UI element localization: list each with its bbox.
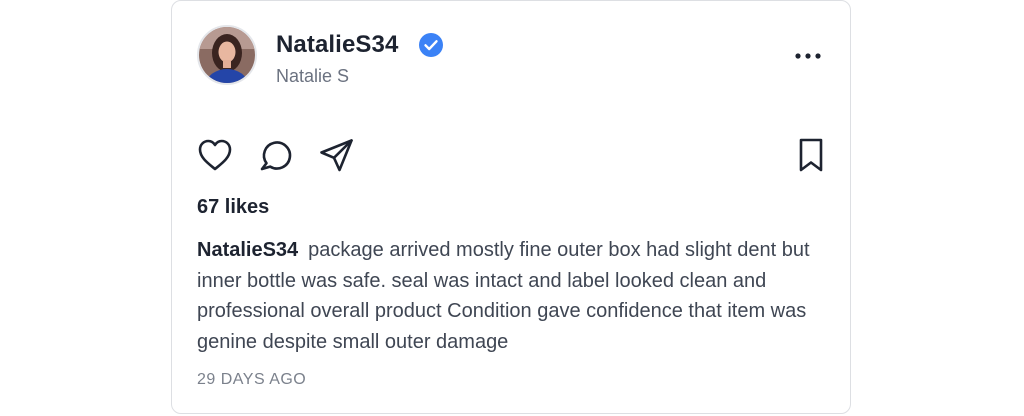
caption-username[interactable]: NatalieS34 (197, 239, 298, 261)
heart-icon[interactable] (195, 135, 235, 175)
bookmark-icon[interactable] (791, 135, 831, 175)
comment-icon[interactable] (256, 135, 296, 175)
avatar-photo (199, 27, 255, 83)
display-name: Natalie S (276, 66, 350, 86)
post-caption: NatalieS34 package arrived mostly fine ou… (197, 235, 837, 357)
verified-badge-icon (419, 33, 443, 57)
post-card: NatalieS34 Natalie S 67 likes NatalieS34… (171, 0, 851, 414)
likes-count[interactable]: 67 likes (197, 195, 269, 219)
send-icon[interactable] (317, 135, 357, 175)
avatar[interactable] (197, 25, 257, 85)
post-timestamp: 29 DAYS AGO (197, 371, 307, 388)
username[interactable]: NatalieS34 (276, 30, 398, 60)
more-options-icon[interactable] (791, 45, 825, 67)
